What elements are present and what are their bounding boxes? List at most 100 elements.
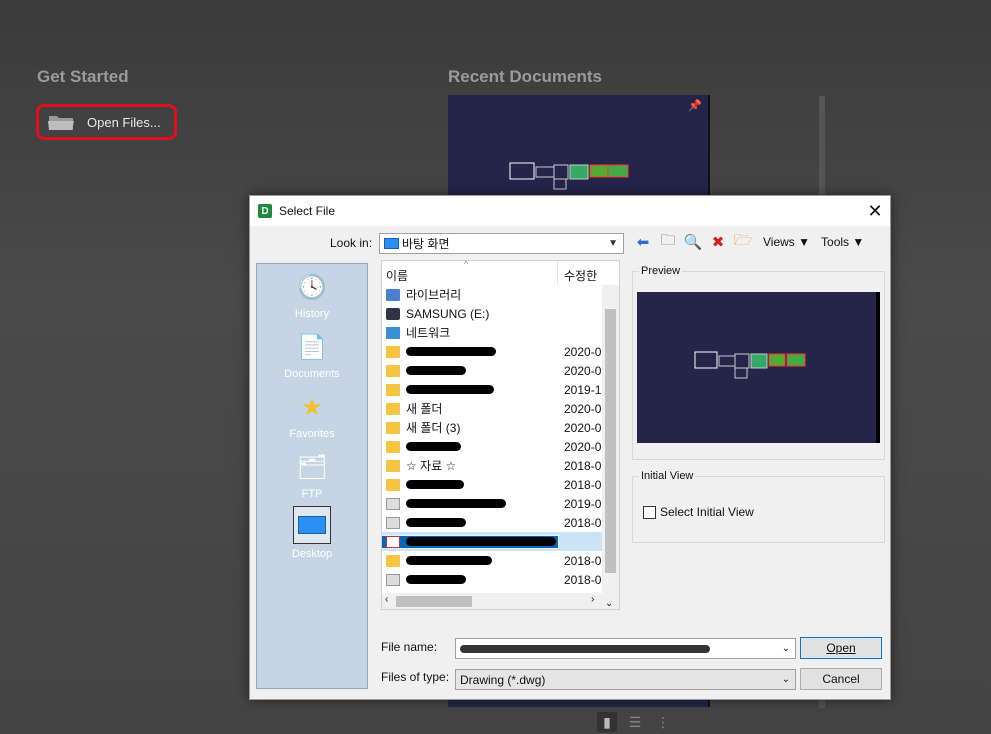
views-label: Views [763, 235, 795, 249]
list-item[interactable]: ☆ 자료 ☆ 2018-0 [382, 456, 619, 475]
cancel-button[interactable]: Cancel [800, 668, 882, 690]
drawing-preview [637, 292, 880, 443]
scroll-right-icon[interactable]: › [591, 594, 594, 605]
file-date: 2019-1 [564, 382, 602, 397]
place-desktop[interactable]: Desktop [257, 506, 367, 560]
column-modified-header[interactable]: 수정한 [558, 261, 597, 285]
folder-icon [386, 345, 400, 358]
open-button-label: Open [826, 641, 856, 655]
files-of-type-dropdown[interactable]: Drawing (*.dwg) ⌄ [455, 669, 796, 690]
column-name-header[interactable]: 이름 [382, 261, 558, 285]
drawing-thumbnail-icon [509, 162, 629, 190]
search-web-icon[interactable]: 🔍 [684, 233, 703, 251]
shortcut-file-icon [386, 497, 400, 510]
dialog-titlebar[interactable]: D Select File ✕ [250, 196, 890, 226]
list-item[interactable]: 2020-0 [382, 361, 619, 380]
network-icon [386, 326, 400, 339]
file-name-field[interactable]: ⌄ [455, 638, 796, 659]
dwg-file-icon [386, 535, 400, 548]
redacted-name [406, 480, 464, 489]
large-view-icon[interactable]: ▮ [597, 712, 617, 732]
list-item[interactable]: 2019-0 [382, 494, 619, 513]
list-item[interactable]: SAMSUNG (E:) [382, 304, 619, 323]
chevron-down-icon[interactable]: ⌄ [782, 643, 790, 654]
list-item[interactable]: 네트워크 [382, 323, 619, 342]
back-arrow-icon[interactable]: ⬅ [634, 233, 652, 251]
place-label: FTP [301, 488, 323, 500]
list-item[interactable]: 새 폴더 2020-0 [382, 399, 619, 418]
redacted-name [406, 499, 506, 508]
list-item[interactable]: 2018-0 [382, 551, 619, 570]
new-folder-icon[interactable]: 🗁 [734, 232, 753, 251]
get-started-heading: Get Started [37, 67, 129, 86]
sort-ascending-icon: ^ [464, 260, 469, 269]
preview-group: Preview [632, 265, 885, 460]
view-mode-toggle: ▮ ☰ ⋮ [597, 712, 673, 732]
folder-icon [386, 440, 400, 453]
open-button[interactable]: Open [800, 637, 882, 659]
select-file-dialog: D Select File ✕ Look in: 바탕 화면 ▼ ⬅ 🗀 🔍 ✖… [249, 195, 891, 700]
open-files-label: Open Files... [87, 114, 161, 130]
file-list-header: ^ 이름 수정한 [382, 261, 619, 285]
scrollbar-thumb[interactable] [605, 309, 616, 573]
delete-icon[interactable]: ✖ [709, 233, 727, 251]
place-label: Desktop [291, 548, 333, 560]
horizontal-scrollbar[interactable]: ‹ › [382, 593, 604, 609]
scrollbar-thumb[interactable] [396, 596, 472, 607]
vertical-scrollbar[interactable]: ⌄ [602, 285, 619, 609]
place-ftp[interactable]: 🗂 FTP [257, 450, 367, 501]
list-item[interactable]: 라이브러리 [382, 285, 619, 304]
folder-icon [386, 421, 400, 434]
views-menu[interactable]: Views ▼ [763, 235, 810, 249]
list-item[interactable]: 2018-0 [382, 570, 619, 589]
tools-menu[interactable]: Tools ▼ [821, 235, 864, 249]
file-date: 2018-0 [564, 458, 602, 473]
scroll-down-icon[interactable]: ⌄ [605, 598, 613, 609]
place-label: Favorites [289, 428, 335, 440]
select-initial-view-checkbox[interactable]: Select Initial View [643, 505, 754, 519]
redacted-name [406, 518, 466, 527]
place-label: History [294, 308, 330, 320]
preview-label: Preview [639, 265, 683, 277]
list-item[interactable]: 2019-1 [382, 380, 619, 399]
list-item[interactable]: 2018-0 [382, 475, 619, 494]
file-list[interactable]: ^ 이름 수정한 라이브러리 SAMSUNG (E:) 네트워크 2020-0 … [381, 260, 620, 610]
list-item[interactable]: 2020-0 [382, 437, 619, 456]
redacted-name [406, 442, 461, 451]
pin-icon[interactable]: 📌 [688, 99, 702, 112]
initial-view-group: Initial View Select Initial View [632, 470, 885, 543]
shortcut-folder-icon [386, 459, 400, 472]
file-name: SAMSUNG (E:) [406, 306, 490, 321]
dialog-toolbar: ⬅ 🗀 🔍 ✖ 🗁 Views ▼ Tools ▼ [634, 232, 865, 252]
file-name: 새 폴더 (3) [406, 421, 461, 435]
close-icon[interactable]: ✕ [860, 201, 890, 222]
history-icon: 🕓 [297, 273, 327, 301]
open-files-button[interactable]: Open Files... [36, 104, 177, 140]
list-item[interactable]: 새 폴더 (3) 2020-0 [382, 418, 619, 437]
list-item[interactable]: 2020-0 [382, 342, 619, 361]
detail-view-icon[interactable]: ⋮ [653, 712, 673, 732]
list-view-icon[interactable]: ☰ [625, 712, 645, 732]
place-favorites[interactable]: ★ Favorites [257, 390, 367, 441]
file-date: 2019-0 [564, 496, 602, 511]
list-item-selected[interactable] [382, 532, 619, 551]
up-folder-icon[interactable]: 🗀 [659, 232, 677, 251]
folder-icon [48, 116, 74, 130]
file-date: 2020-0 [564, 344, 602, 359]
folder-icon [386, 383, 400, 396]
shortcut-file-icon [386, 516, 400, 529]
file-name-label: File name: [381, 640, 438, 654]
checkbox-box[interactable] [643, 505, 656, 519]
look-in-dropdown[interactable]: 바탕 화면 ▼ [379, 233, 624, 254]
place-history[interactable]: 🕓 History [257, 270, 367, 321]
redacted-name [406, 537, 556, 546]
place-documents[interactable]: 📄 Documents [257, 330, 367, 381]
shortcut-folder-icon [386, 554, 400, 567]
redacted-name [406, 347, 496, 356]
favorites-icon: ★ [301, 393, 323, 421]
chevron-down-icon[interactable]: ⌄ [782, 674, 790, 685]
scroll-left-icon[interactable]: ‹ [385, 594, 388, 605]
shortcut-folder-icon [386, 478, 400, 491]
list-item[interactable]: 2018-0 [382, 513, 619, 532]
folder-icon [386, 402, 400, 415]
